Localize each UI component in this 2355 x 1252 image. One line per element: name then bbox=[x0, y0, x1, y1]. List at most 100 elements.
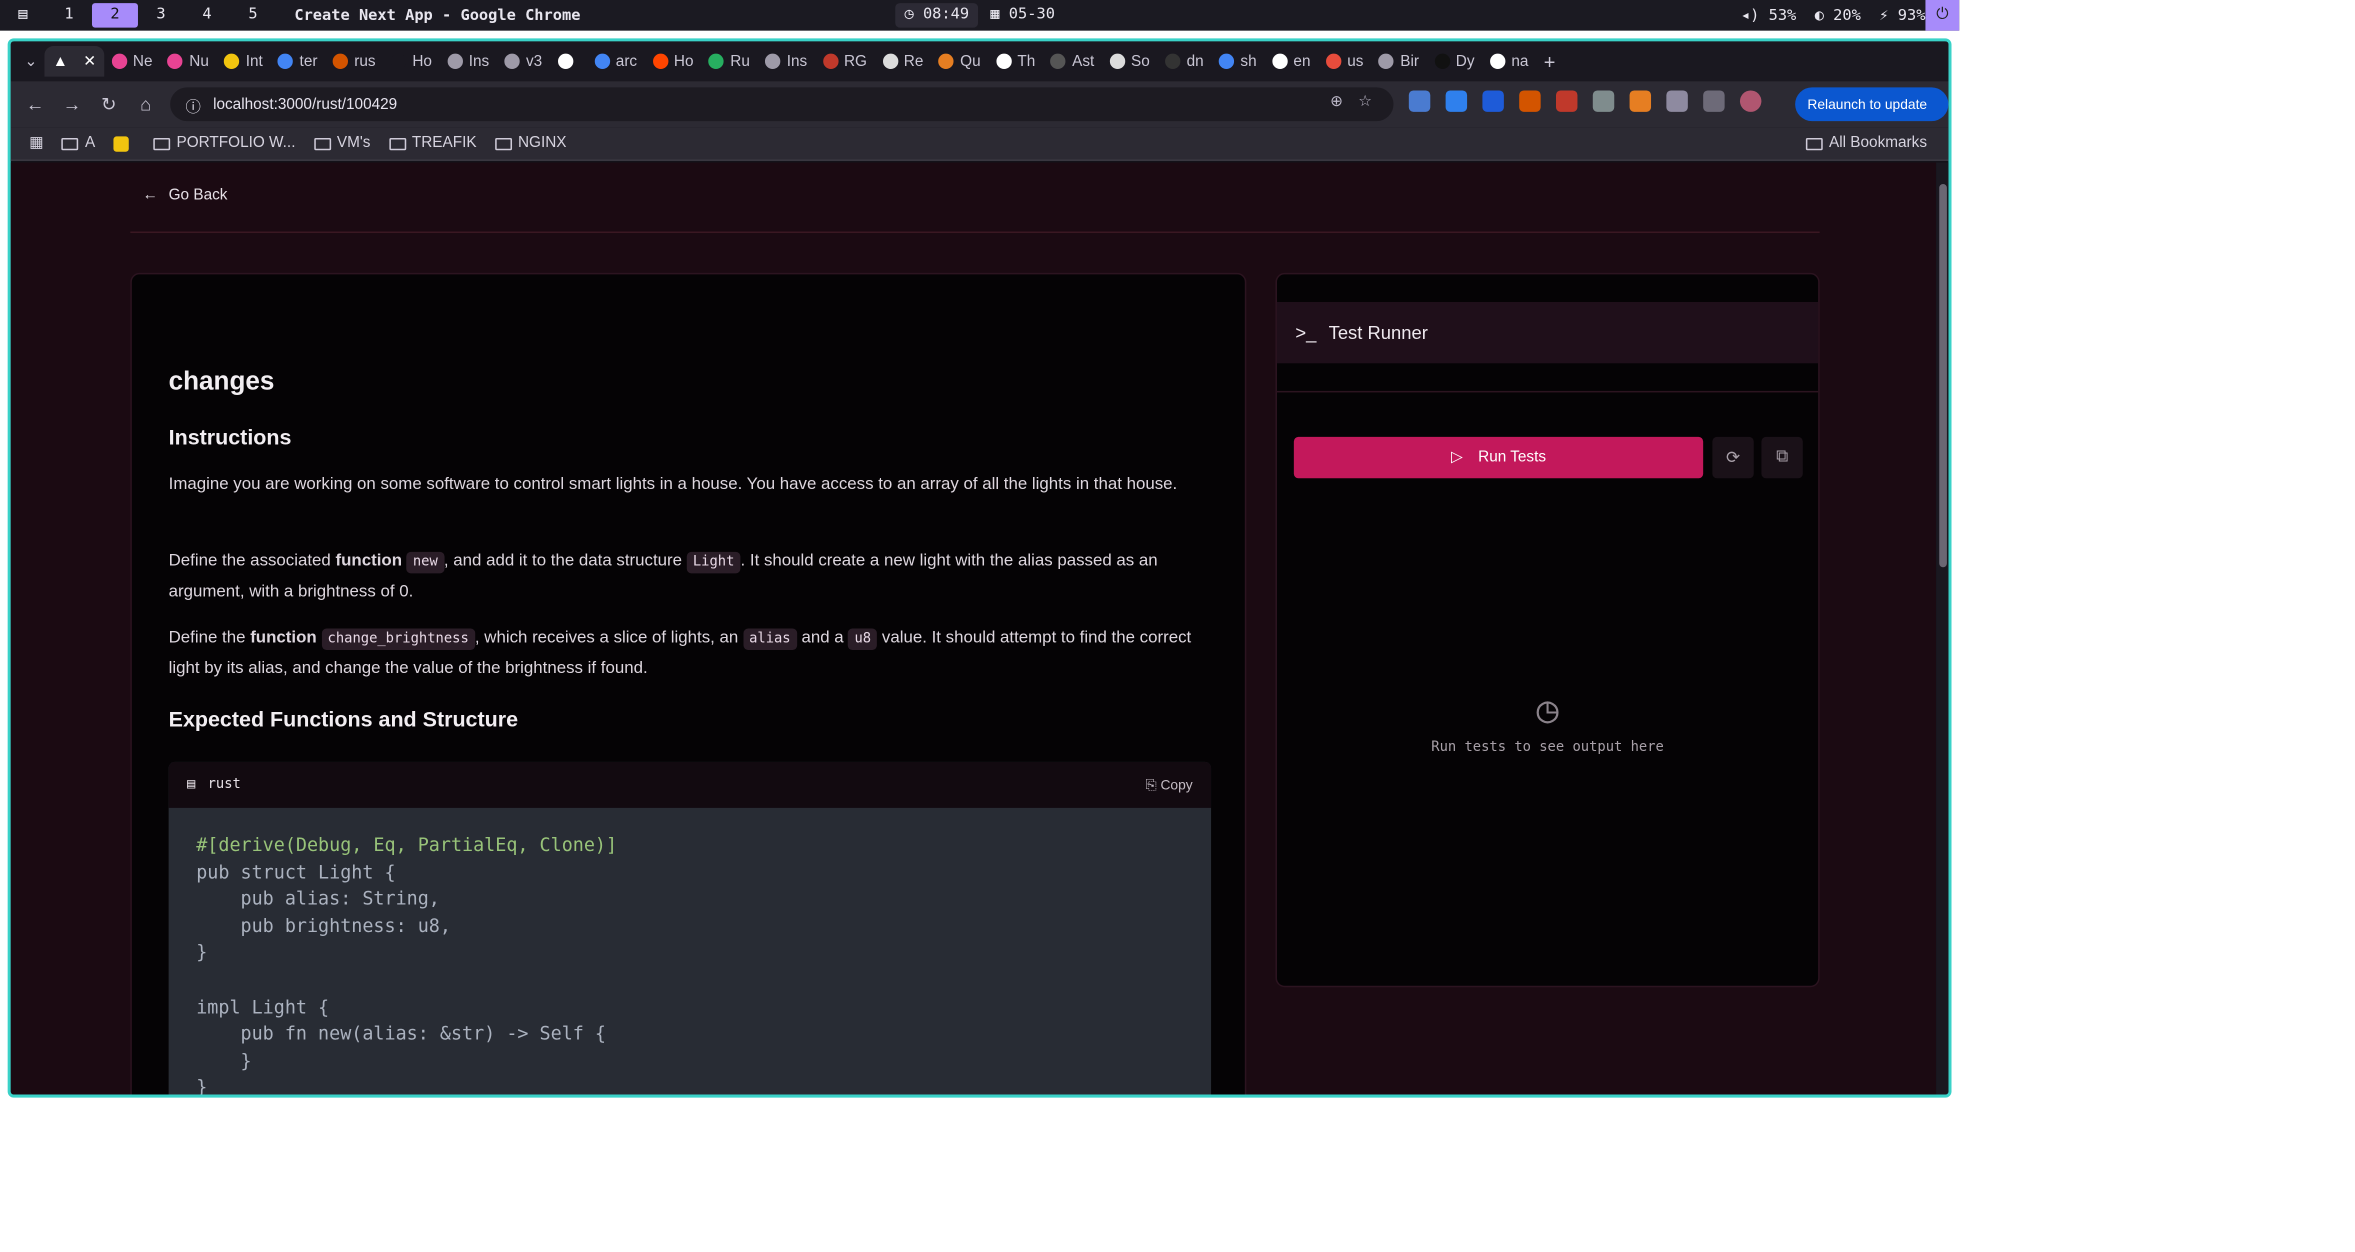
tab-search-button[interactable]: ⌄ bbox=[17, 46, 45, 77]
bookmark-star-icon[interactable]: ☆ bbox=[1358, 94, 1372, 111]
workspace-1[interactable]: 1 bbox=[46, 3, 92, 28]
workspace-4[interactable]: 4 bbox=[184, 3, 230, 28]
browser-window: ⌄ ▲ ✕ Ne Nu Int ter rus Ho Ins v3 arc Ho … bbox=[7, 38, 1952, 1098]
copy-button[interactable]: ⎘ Copy bbox=[1146, 776, 1193, 793]
bookmark-folder-a[interactable]: A bbox=[62, 135, 95, 152]
address-bar[interactable]: ⓘ localhost:3000/rust/100429 ⊕ ☆ bbox=[170, 87, 1394, 122]
tab[interactable]: Ho bbox=[645, 46, 701, 77]
tab-label: Ne bbox=[132, 52, 153, 70]
battery-indicator[interactable]: ⚡ 93% bbox=[1879, 7, 1925, 24]
tab[interactable]: en bbox=[1264, 46, 1318, 77]
zoom-icon[interactable]: ⊕ bbox=[1330, 94, 1343, 111]
tab[interactable]: Dy bbox=[1427, 46, 1483, 77]
tab-favicon bbox=[594, 53, 610, 69]
tab[interactable]: RG bbox=[815, 46, 875, 77]
tab[interactable]: Int bbox=[217, 46, 271, 77]
tab[interactable]: Bir bbox=[1371, 46, 1427, 77]
extension-icon[interactable] bbox=[1629, 90, 1652, 112]
tab[interactable]: ter bbox=[270, 46, 325, 77]
code-line: pub struct Light { bbox=[196, 860, 396, 883]
bookmark-folder-portfolio[interactable]: PORTFOLIO W... bbox=[153, 135, 295, 152]
copy-output-button[interactable]: ⧉ bbox=[1761, 436, 1803, 479]
workspace-5[interactable]: 5 bbox=[230, 3, 276, 28]
page-scrollbar[interactable] bbox=[1936, 162, 1949, 1095]
brightness-icon: ◐ bbox=[1814, 6, 1824, 24]
apps-grid-icon[interactable]: ▦ bbox=[29, 135, 43, 152]
extension-icon[interactable] bbox=[1519, 90, 1541, 112]
extension-icon[interactable] bbox=[1445, 90, 1468, 112]
expected-heading: Expected Functions and Structure bbox=[168, 706, 519, 732]
test-runner-title: Test Runner bbox=[1328, 321, 1428, 344]
tab-favicon bbox=[1325, 53, 1342, 69]
reload-icon[interactable]: ↻ bbox=[90, 94, 127, 115]
menu-icon[interactable]: ▤ bbox=[0, 3, 46, 28]
text: Define the associated bbox=[168, 551, 336, 571]
folder-icon bbox=[313, 137, 331, 150]
tab[interactable]: Qu bbox=[931, 46, 988, 77]
tab[interactable]: us bbox=[1318, 46, 1371, 77]
tab[interactable]: Nu bbox=[160, 46, 216, 77]
code-line: pub alias: String, bbox=[196, 887, 440, 910]
tab-active[interactable]: ▲ ✕ bbox=[45, 45, 104, 77]
tab-favicon bbox=[882, 53, 898, 69]
tab-favicon bbox=[1434, 53, 1450, 69]
power-icon[interactable]: ⏻ bbox=[1925, 0, 1960, 31]
tab[interactable]: Re bbox=[875, 46, 931, 77]
home-icon[interactable]: ⌂ bbox=[127, 94, 164, 115]
tab-label: ter bbox=[299, 52, 318, 70]
puzzle-icon[interactable] bbox=[1703, 90, 1725, 112]
avatar[interactable] bbox=[1739, 90, 1762, 112]
site-info-icon[interactable]: ⓘ bbox=[185, 93, 200, 116]
translate-extension-icon[interactable] bbox=[1408, 90, 1431, 112]
bookmark-item[interactable] bbox=[113, 135, 135, 152]
forward-arrow-icon[interactable]: → bbox=[54, 94, 91, 115]
folder-icon bbox=[153, 137, 171, 150]
extension-icon[interactable] bbox=[1666, 90, 1688, 112]
back-arrow-icon[interactable]: ← bbox=[17, 94, 54, 115]
shield-extension-icon[interactable] bbox=[1482, 90, 1504, 112]
tab-label: RG bbox=[843, 52, 867, 70]
tab[interactable]: Ne bbox=[104, 46, 160, 77]
run-tests-button[interactable]: ▷ Run Tests bbox=[1293, 436, 1704, 479]
instructions-paragraph-3: Define the function change_brightness, w… bbox=[169, 624, 1205, 684]
tab[interactable]: Ins bbox=[758, 46, 815, 77]
workspace-3[interactable]: 3 bbox=[138, 3, 184, 28]
folder-icon bbox=[1806, 137, 1823, 150]
relaunch-button[interactable]: Relaunch to update ⋮ bbox=[1795, 87, 1949, 146]
tab[interactable]: Ru bbox=[701, 46, 757, 77]
code-line: } bbox=[196, 941, 208, 964]
refresh-icon: ⟳ bbox=[1725, 449, 1741, 468]
tab[interactable]: dn bbox=[1157, 46, 1211, 77]
tab[interactable]: v3 bbox=[497, 46, 550, 77]
all-bookmarks[interactable]: All Bookmarks bbox=[1806, 135, 1927, 152]
bookmark-folder-nginx[interactable]: NGINX bbox=[494, 135, 567, 152]
tab[interactable]: Ins bbox=[440, 46, 497, 77]
tab-favicon bbox=[111, 53, 127, 69]
go-back-link[interactable]: ← Go Back bbox=[143, 187, 228, 204]
bookmark-folder-treafik[interactable]: TREAFIK bbox=[388, 134, 477, 152]
system-bar: ▤ 1 2 3 4 5 Create Next App - Google Chr… bbox=[0, 0, 1960, 31]
extension-icon[interactable] bbox=[1592, 90, 1615, 112]
reset-button[interactable]: ⟳ bbox=[1712, 436, 1754, 479]
workspace-2[interactable]: 2 bbox=[91, 3, 138, 28]
tab[interactable] bbox=[550, 46, 587, 77]
tab[interactable]: Ast bbox=[1043, 46, 1102, 77]
tab-label: Th bbox=[1017, 52, 1036, 70]
tab[interactable]: Th bbox=[988, 46, 1043, 77]
bookmark-label: TREAFIK bbox=[411, 134, 477, 152]
tab[interactable]: arc bbox=[587, 46, 645, 77]
brightness-indicator[interactable]: ◐ 20% bbox=[1815, 7, 1861, 24]
tab[interactable]: Ho bbox=[383, 46, 439, 77]
tab[interactable]: rus bbox=[325, 46, 383, 77]
extension-icon[interactable] bbox=[1555, 90, 1578, 112]
new-tab-icon[interactable]: + bbox=[1536, 46, 1563, 77]
scrollbar-thumb[interactable] bbox=[1939, 183, 1947, 568]
tab[interactable]: So bbox=[1102, 46, 1158, 77]
window-title: Create Next App - Google Chrome bbox=[294, 6, 581, 24]
volume-indicator[interactable]: ◂) 53% bbox=[1741, 7, 1796, 24]
bookmark-folder-vms[interactable]: VM's bbox=[313, 135, 370, 152]
tab-label: dn bbox=[1186, 52, 1204, 70]
tab[interactable]: na bbox=[1482, 46, 1536, 77]
tab[interactable]: sh bbox=[1211, 46, 1264, 77]
close-tab-icon[interactable]: ✕ bbox=[83, 53, 96, 70]
